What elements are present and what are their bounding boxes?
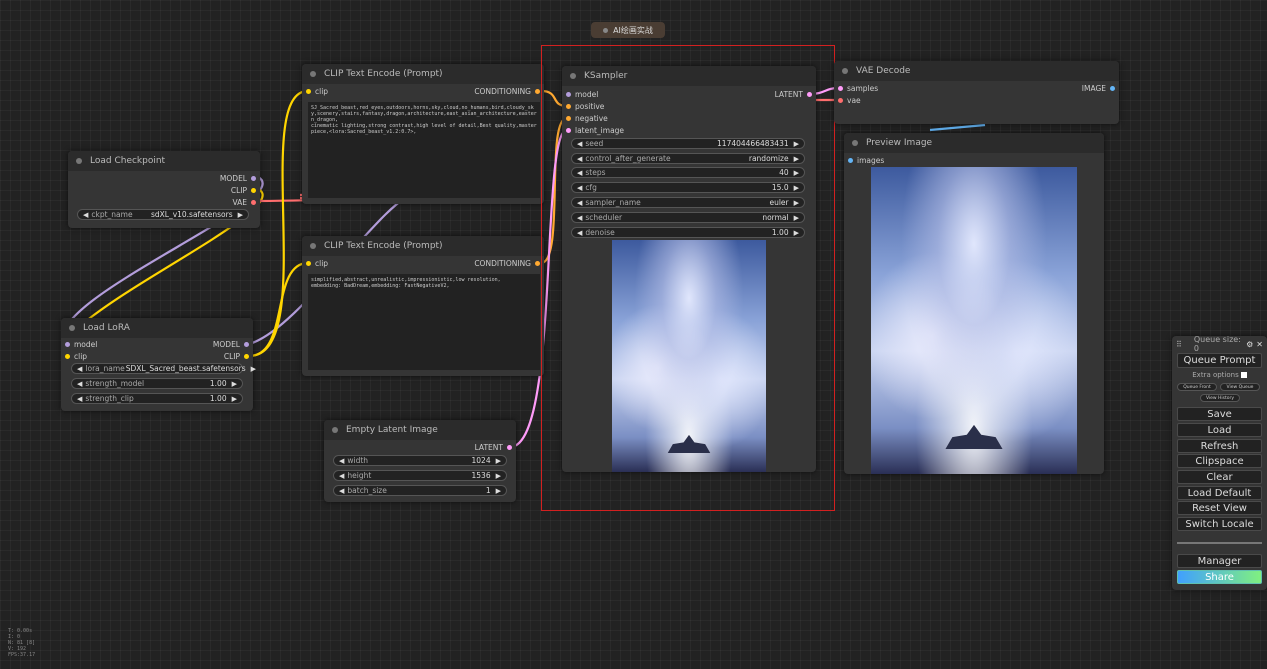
node-title[interactable]: CLIP Text Encode (Prompt) [302,64,544,84]
input-samples[interactable]: samples [838,83,878,93]
selection-highlight-box [541,45,835,511]
arrow-right-icon: ▶ [231,379,237,388]
gear-icon[interactable]: ⚙ [1246,340,1253,349]
arrow-right-icon: ▶ [495,486,501,495]
node-title-text: Load LoRA [83,323,130,333]
arrow-right-icon: ▶ [495,471,501,480]
output-clip[interactable]: CLIP [224,351,249,361]
queue-front-button[interactable]: Queue Front [1177,383,1217,391]
switch-locale-button[interactable]: Switch Locale [1177,517,1262,531]
close-icon[interactable]: ✕ [1256,340,1263,349]
preview-output-image [871,167,1077,474]
queue-panel: ⠿ Queue size: 0 ⚙ ✕ Queue Prompt Extra o… [1172,335,1267,590]
widget-ckpt-name[interactable]: ◀ ckpt_name sdXL_v10.safetensors ▶ [77,209,249,220]
view-history-button[interactable]: View History [1200,394,1240,402]
queue-size-label: Queue size: 0 [1193,335,1241,353]
node-title[interactable]: VAE Decode [834,61,1119,81]
extra-options-checkbox[interactable] [1240,372,1247,378]
widget-strength-clip[interactable]: ◀ strength_clip 1.00 ▶ [71,393,243,404]
node-preview-image[interactable]: Preview Image images [844,133,1104,474]
input-images[interactable]: images [848,155,884,165]
prompt-textarea-positive[interactable]: SJ_Sacred_beast,red_eyes,outdoors,horns,… [308,102,540,198]
node-title-text: CLIP Text Encode (Prompt) [324,241,443,251]
input-vae[interactable]: vae [838,95,861,105]
node-title-text: VAE Decode [856,66,911,76]
arrow-left-icon: ◀ [77,379,83,388]
input-clip[interactable]: clip [306,258,328,268]
extra-options-row: Extra options [1172,371,1267,379]
queue-panel-header[interactable]: ⠿ Queue size: 0 ⚙ ✕ [1172,335,1267,353]
node-empty-latent[interactable]: Empty Latent Image LATENT ◀ width 1024 ▶ ◀ h… [324,420,516,502]
arrow-left-icon: ◀ [339,486,345,495]
node-title[interactable]: Load Checkpoint [68,151,260,171]
arrow-left-icon: ◀ [339,456,345,465]
load-button[interactable]: Load [1177,423,1262,437]
node-title-text: CLIP Text Encode (Prompt) [324,69,443,79]
extra-options-label: Extra options [1192,371,1239,379]
arrow-left-icon: ◀ [77,364,83,373]
save-button[interactable]: Save [1177,407,1262,421]
node-title-text: Load Checkpoint [90,156,166,166]
clipspace-button[interactable]: Clipspace [1177,454,1262,468]
panel-divider [1177,542,1262,544]
group-label: AI绘画实战 [613,25,653,35]
link-image-preview [929,123,986,132]
refresh-button[interactable]: Refresh [1177,439,1262,453]
output-model[interactable]: MODEL [220,173,256,183]
queue-prompt-button[interactable]: Queue Prompt [1177,353,1262,368]
node-load-checkpoint[interactable]: Load Checkpoint MODEL CLIP VAE ◀ ckpt_nam… [68,151,260,228]
widget-width[interactable]: ◀ width 1024 ▶ [333,455,507,466]
arrow-left-icon: ◀ [77,394,83,403]
node-title[interactable]: Empty Latent Image [324,420,516,440]
input-clip[interactable]: clip [306,86,328,96]
node-clip-text-negative[interactable]: CLIP Text Encode (Prompt) clip CONDITION… [302,236,544,376]
view-queue-button[interactable]: View Queue [1220,383,1260,391]
reset-view-button[interactable]: Reset View [1177,501,1262,515]
node-title-text: Preview Image [866,138,933,148]
render-stats: T: 0.00s I: 0 N: 81 [8] V: 192 FPS:37.17 [8,628,35,658]
output-conditioning[interactable]: CONDITIONING [474,86,540,96]
widget-strength-model[interactable]: ◀ strength_model 1.00 ▶ [71,378,243,389]
drag-handle-icon[interactable]: ⠿ [1176,340,1182,349]
output-model[interactable]: MODEL [213,339,249,349]
widget-lora-name[interactable]: ◀ lora_name SDXL_Sacred_beast.safetensors ▶ [71,363,256,374]
node-title[interactable]: Preview Image [844,133,1104,153]
node-title[interactable]: CLIP Text Encode (Prompt) [302,236,544,256]
node-vae-decode[interactable]: VAE Decode samples vae IMAGE [834,61,1119,124]
widget-batch-size[interactable]: ◀ batch_size 1 ▶ [333,485,507,496]
input-clip[interactable]: clip [65,351,87,361]
node-clip-text-positive[interactable]: CLIP Text Encode (Prompt) clip CONDITION… [302,64,544,204]
arrow-right-icon: ▶ [231,394,237,403]
input-model[interactable]: model [65,339,97,349]
group-dot [603,27,609,33]
arrow-left-icon: ◀ [339,471,345,480]
output-vae[interactable]: VAE [232,197,256,207]
arrow-right-icon: ▶ [495,456,501,465]
output-clip[interactable]: CLIP [231,185,256,195]
output-latent[interactable]: LATENT [475,442,512,452]
prompt-textarea-negative[interactable]: simplified,abstract,unrealistic,impressi… [308,274,540,370]
group-title[interactable]: AI绘画实战 [591,22,665,38]
output-conditioning[interactable]: CONDITIONING [474,258,540,268]
output-image[interactable]: IMAGE [1082,83,1115,93]
load-default-button[interactable]: Load Default [1177,486,1262,500]
widget-height[interactable]: ◀ height 1536 ▶ [333,470,507,481]
manager-button[interactable]: Manager [1177,554,1262,568]
node-title-text: Empty Latent Image [346,425,438,435]
clear-button[interactable]: Clear [1177,470,1262,484]
arrow-right-icon: ▶ [237,210,243,219]
node-title[interactable]: Load LoRA [61,318,253,338]
arrow-left-icon: ◀ [83,210,89,219]
arrow-right-icon: ▶ [250,364,257,373]
node-load-lora[interactable]: Load LoRA model clip MODEL CLIP ◀ lora_na… [61,318,256,411]
share-button[interactable]: Share [1177,570,1262,584]
stat-line: FPS:37.17 [8,652,36,658]
